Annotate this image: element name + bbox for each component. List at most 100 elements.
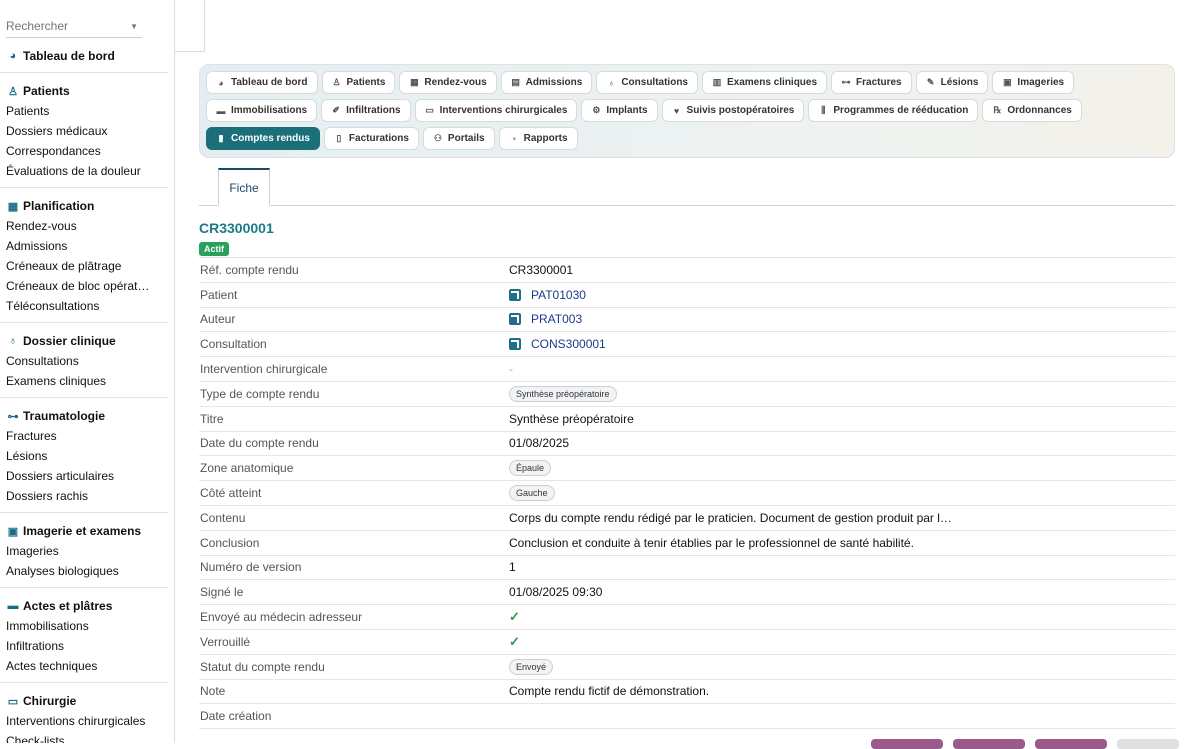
sidebar-item[interactable]: Téléconsultations (6, 296, 156, 316)
nav-button[interactable]: ▭ Interventions chirurgicales (414, 99, 578, 122)
field-label: Note (200, 684, 226, 699)
value-badge: Envoyé (509, 658, 554, 675)
sidebar-item[interactable]: Check-lists (6, 731, 156, 743)
sidebar-item[interactable]: Analyses biologiques (6, 561, 156, 581)
nav-button[interactable]: ▦ Rendez-vous (399, 71, 497, 94)
nav-button[interactable]: ✎ Lésions (915, 71, 989, 94)
field-label: Conclusion (200, 535, 260, 550)
sidebar-section-title[interactable]: ▬ Actes et plâtres (6, 596, 168, 616)
field-value: PRAT003 (509, 312, 582, 326)
value-text: Compte rendu fictif de démonstration. (509, 684, 710, 699)
sidebar-item[interactable]: Consultations (6, 351, 156, 371)
search-box[interactable]: ▼ (6, 14, 142, 38)
field-label: Envoyé au médecin adresseur (200, 610, 363, 625)
bandage-icon: ▬ (216, 105, 226, 116)
nav-button[interactable]: ⚙ Implants (581, 99, 658, 122)
sidebar-item[interactable]: Évaluations de la douleur (6, 161, 156, 181)
sidebar-item[interactable]: Dossiers rachis (6, 486, 156, 506)
external-link-icon[interactable] (509, 313, 521, 326)
nav-button[interactable]: ⚇ Portails (422, 127, 495, 150)
nav-button-label: Ordonnances (1007, 105, 1072, 116)
nav-button[interactable]: ℞ Ordonnances (982, 99, 1082, 122)
clipboard-icon: ▤ (511, 77, 520, 87)
field-value: 01/08/2025 09:30 (509, 585, 602, 599)
external-link-icon[interactable] (509, 338, 521, 351)
search-input[interactable] (6, 14, 124, 33)
field-row: Réf. compte rendu CR3300001 (199, 258, 1175, 283)
chevron-down-icon[interactable]: ▼ (130, 22, 138, 31)
empty-value: - (509, 362, 513, 377)
field-value: 01/08/2025 (509, 436, 569, 450)
sidebar-item[interactable]: Patients (6, 101, 156, 121)
sidebar-item[interactable]: Infiltrations (6, 636, 156, 656)
stethoscope-icon: ♁ (8, 335, 18, 347)
nav-button[interactable]: ◔ Rapports (498, 127, 578, 150)
field-value: PAT01030 (509, 288, 586, 302)
field-label: Date création (200, 709, 272, 724)
sidebar-item[interactable]: Créneaux de bloc opérat… (6, 276, 156, 296)
field-label: Verrouillé (200, 634, 251, 649)
field-value: CONS300001 (509, 337, 606, 351)
field-row: Date du compte rendu 01/08/2025 (199, 432, 1175, 457)
tab-fiche[interactable]: Fiche (218, 168, 270, 206)
sidebar-item[interactable]: Correspondances (6, 141, 156, 161)
sidebar-section-title[interactable]: ▦ Planification (6, 196, 168, 216)
nav-button[interactable]: ▬ Immobilisations (206, 99, 318, 122)
bandage-icon: ▬ (7, 600, 19, 612)
sidebar-section-title[interactable]: ♁ Dossier clinique (6, 331, 168, 351)
field-value: Compte rendu fictif de démonstration. (509, 684, 709, 698)
sidebar-item[interactable]: Créneaux de plâtrage (6, 256, 156, 276)
footer-button[interactable] (1035, 739, 1107, 749)
sidebar-item[interactable]: Dossiers articulaires (6, 466, 156, 486)
record-fields: Réf. compte rendu CR3300001 Patient PAT0103… (199, 257, 1175, 730)
sidebar-section-title[interactable]: ◕ Tableau de bord (6, 46, 168, 66)
sidebar-item[interactable]: Interventions chirurgicales (6, 711, 156, 731)
sidebar-item[interactable]: Admissions (6, 236, 156, 256)
sidebar-item[interactable]: Lésions (6, 446, 156, 466)
sidebar-section: ▦ Planification Rendez-vous Admissions Créne… (0, 188, 168, 323)
sidebar-item[interactable]: Examens cliniques (6, 371, 156, 391)
record-link[interactable]: CONS300001 (531, 337, 606, 351)
nav-button[interactable]: ▥ Examens cliniques (702, 71, 828, 94)
sidebar-item[interactable]: Dossiers médicaux (6, 121, 156, 141)
sidebar-section-title[interactable]: ▣ Imagerie et examens (6, 521, 168, 541)
sidebar-section: ♁ Dossier clinique Consultations Examens cl… (0, 323, 168, 398)
sidebar-section-title[interactable]: ♙ Patients (6, 81, 168, 101)
nav-button[interactable]: ♥ Suivis postopératoires (661, 99, 805, 122)
bone-icon: ⊶ (7, 410, 19, 423)
field-value: - (509, 362, 513, 376)
nav-button[interactable]: ♙ Patients (321, 71, 396, 94)
footer-button[interactable] (953, 739, 1025, 749)
sidebar-item[interactable]: Fractures (6, 426, 156, 446)
external-link-icon[interactable] (509, 288, 521, 301)
chart-pie-icon: ◔ (510, 133, 517, 144)
nav-button[interactable]: ⊶ Fractures (831, 71, 912, 94)
footer-button[interactable] (871, 739, 943, 749)
main-content: ◕ Tableau de bord ♙ Patients ▦ Rendez-vous ▤ Ad… (199, 64, 1175, 730)
nav-button[interactable]: ▯ Facturations (323, 127, 419, 150)
file-icon: ▮ (218, 133, 224, 143)
sidebar-item[interactable]: Actes techniques (6, 656, 156, 676)
footer-button[interactable] (1117, 739, 1179, 749)
record-link[interactable]: PAT01030 (531, 288, 586, 302)
calendar-icon: ▦ (410, 77, 419, 87)
sidebar-section-title[interactable]: ⊶ Traumatologie (6, 406, 168, 426)
field-value: CR3300001 (509, 263, 573, 277)
field-label: Signé le (200, 585, 244, 600)
field-value: Conclusion et conduite à tenir établies … (509, 536, 914, 550)
nav-button[interactable]: ⫼ Programmes de rééducation (808, 99, 979, 122)
record-link[interactable]: PRAT003 (531, 312, 582, 326)
field-value: ✓ (509, 634, 520, 650)
sidebar-item[interactable]: Imageries (6, 541, 156, 561)
nav-button[interactable]: ▮ Comptes rendus (206, 127, 320, 150)
nav-button[interactable]: ✐ Infiltrations (321, 99, 411, 122)
nav-button[interactable]: ◕ Tableau de bord (206, 71, 318, 94)
users-icon: ⚇ (433, 133, 442, 143)
nav-button[interactable]: ♁ Consultations (596, 71, 698, 94)
nav-button[interactable]: ▤ Admissions (500, 71, 593, 94)
sidebar-item[interactable]: Rendez-vous (6, 216, 156, 236)
sidebar-item[interactable]: Immobilisations (6, 616, 156, 636)
sidebar-sections: ◕ Tableau de bord ♙ Patients Patients Dossier… (0, 38, 174, 743)
nav-button[interactable]: ▣ Imageries (992, 71, 1075, 94)
sidebar-section-title[interactable]: ▭ Chirurgie (6, 691, 168, 711)
